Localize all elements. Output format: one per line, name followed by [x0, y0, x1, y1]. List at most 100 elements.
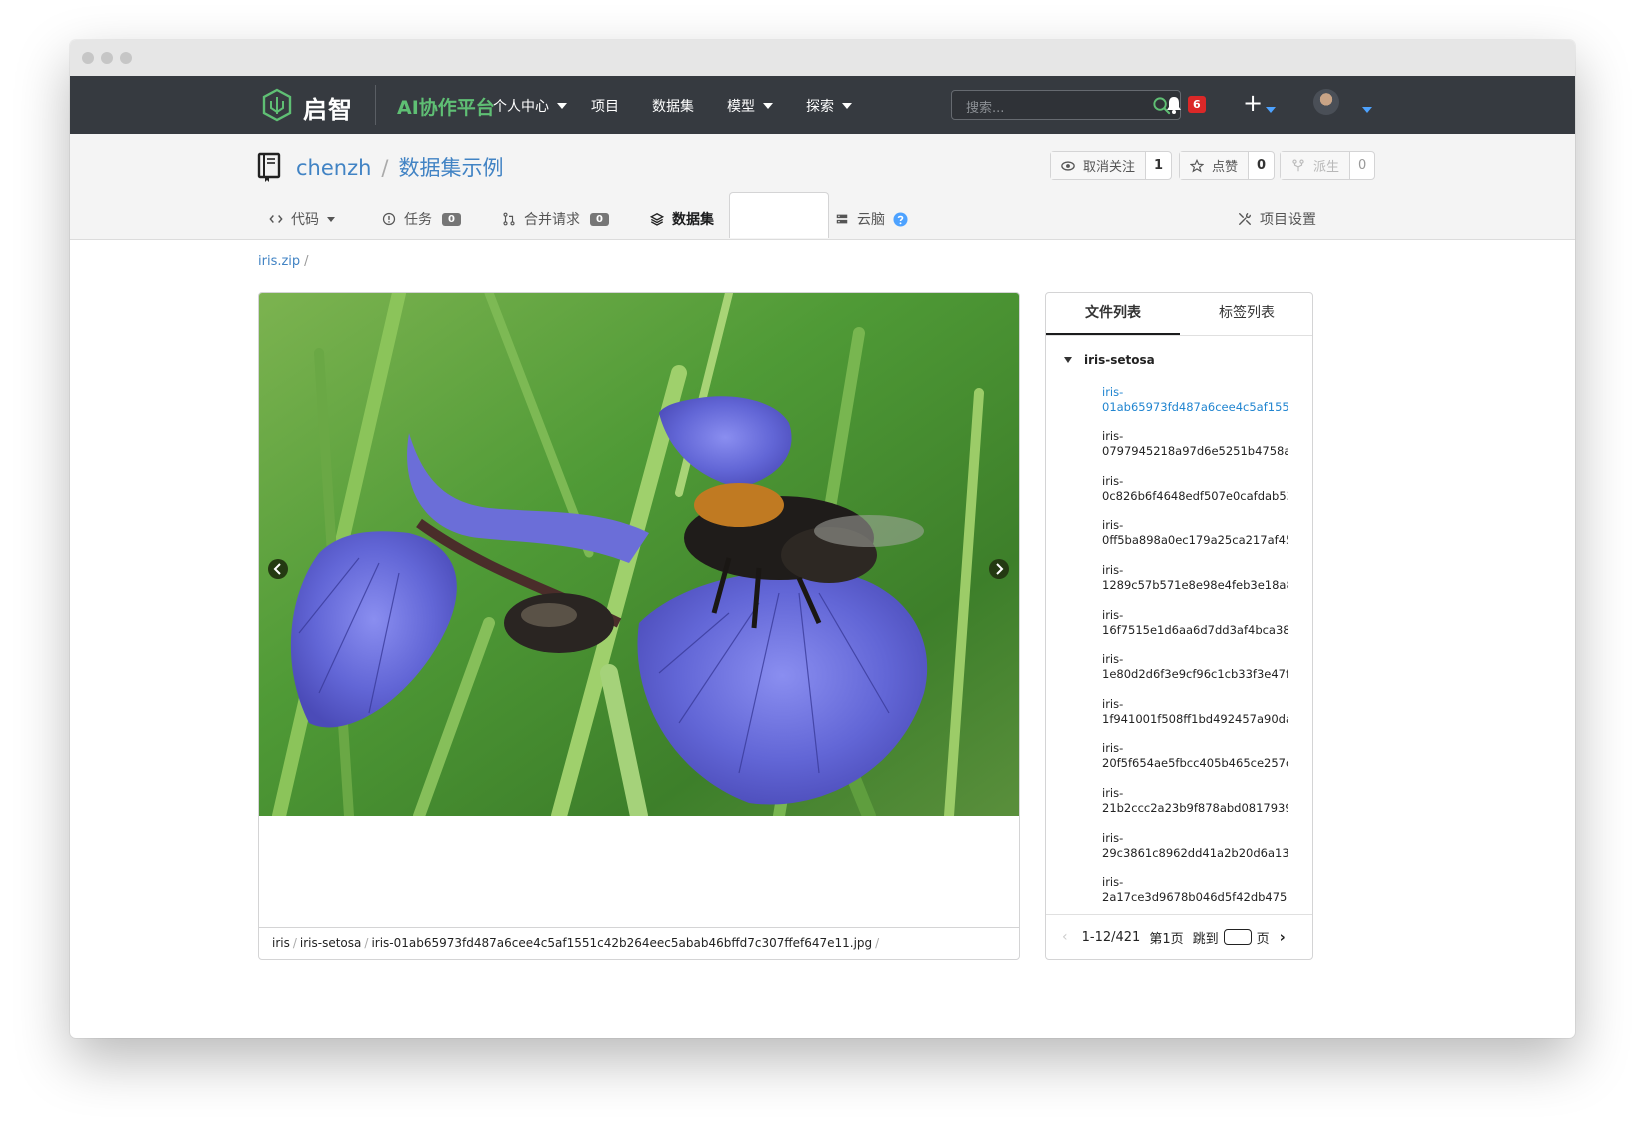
- page-range: 1-12/421: [1081, 929, 1141, 945]
- file-item-prefix: iris-: [1102, 518, 1124, 532]
- logo-text[interactable]: 启智: [303, 90, 353, 125]
- next-image-button[interactable]: [989, 559, 1009, 579]
- platform-name[interactable]: AI协作平台: [397, 93, 495, 120]
- file-item-prefix: iris-: [1102, 875, 1124, 889]
- chevron-down-icon: [763, 103, 773, 109]
- fork-label: 派生: [1313, 160, 1340, 175]
- window-zoom-dot[interactable]: [120, 52, 132, 64]
- fork-label-wrap[interactable]: 派生: [1281, 152, 1351, 179]
- file-item[interactable]: iris- 0797945218a97d6e5251b4758a...: [1102, 429, 1288, 459]
- unwatch-button[interactable]: 取消关注 1: [1050, 151, 1173, 180]
- file-item[interactable]: iris- 1e80d2d6f3e9cf96c1cb33f3e47f...: [1102, 652, 1288, 682]
- notification-count-badge[interactable]: 6: [1188, 96, 1206, 113]
- file-item-prefix: iris-: [1102, 697, 1124, 711]
- nav-models[interactable]: 模型: [727, 96, 773, 116]
- image-path-breadcrumb: iris / iris-setosa / iris-01ab65973fd487a6ce…: [259, 927, 1019, 959]
- nav-projects[interactable]: 项目: [591, 96, 619, 116]
- tab-repo-settings-label: 项目设置: [1260, 212, 1316, 228]
- nav-personal-center[interactable]: 个人中心: [493, 96, 567, 116]
- sidebar-divider: [1046, 335, 1312, 336]
- nav-explore[interactable]: 探索: [806, 96, 852, 116]
- tab-issues[interactable]: 任务 0: [382, 209, 461, 229]
- search-input[interactable]: 搜索...: [951, 90, 1181, 120]
- file-item[interactable]: iris- 01ab65973fd487a6cee4c5af155...: [1102, 385, 1288, 415]
- file-item[interactable]: iris- 16f7515e1d6aa6d7dd3af4bca38...: [1102, 608, 1288, 638]
- chevron-down-icon: [842, 103, 852, 109]
- folder-iris-setosa[interactable]: iris-setosa: [1064, 353, 1155, 367]
- user-dropdown[interactable]: [1354, 100, 1372, 119]
- file-item-prefix: iris-: [1102, 385, 1124, 399]
- nav-personal-center-label: 个人中心: [493, 99, 549, 115]
- jump-page-input[interactable]: [1223, 929, 1252, 945]
- next-page-button[interactable]: ›: [1280, 928, 1286, 946]
- create-dropdown[interactable]: [1258, 100, 1276, 119]
- file-item-prefix: iris-: [1102, 563, 1124, 577]
- file-item[interactable]: iris- 20f5f654ae5fbcc405b465ce257c...: [1102, 741, 1288, 771]
- chevron-down-icon: [327, 216, 335, 222]
- tab-pull-requests[interactable]: 合并请求 0: [502, 209, 609, 229]
- star-button[interactable]: 点赞 0: [1179, 151, 1276, 180]
- star-count[interactable]: 0: [1249, 158, 1274, 173]
- bell-icon[interactable]: [1165, 95, 1183, 115]
- tab-pull-requests-label: 合并请求: [524, 212, 580, 228]
- repo-name-link[interactable]: 数据集示例: [399, 156, 504, 180]
- path-segment[interactable]: iris: [272, 936, 290, 950]
- tab-datasets[interactable]: 数据集: [650, 209, 714, 229]
- file-item[interactable]: iris- 0ff5ba898a0ec179a25ca217af45...: [1102, 518, 1288, 548]
- window-close-dot[interactable]: [82, 52, 94, 64]
- fork-count[interactable]: 0: [1350, 158, 1374, 173]
- chevron-right-icon: [996, 563, 1004, 575]
- file-item-prefix: iris-: [1102, 786, 1124, 800]
- path-segment[interactable]: iris-setosa: [300, 936, 361, 950]
- file-item[interactable]: iris- 21b2ccc2a23b9f878abd0817939...: [1102, 786, 1288, 816]
- tab-code[interactable]: 代码: [269, 209, 335, 229]
- star-label-wrap[interactable]: 点赞: [1180, 152, 1250, 179]
- repo-owner-link[interactable]: chenzh: [296, 156, 371, 180]
- caret-down-icon: [1064, 357, 1072, 363]
- prev-page-button[interactable]: ‹: [1062, 929, 1068, 945]
- page-unit: 页: [1256, 931, 1270, 947]
- logo-icon[interactable]: [260, 88, 294, 122]
- pulls-count-badge: 0: [590, 212, 609, 226]
- window-minimize-dot[interactable]: [101, 52, 113, 64]
- path-separator: /: [364, 936, 369, 950]
- file-item[interactable]: iris- 2a17ce3d9678b046d5f42db4758...: [1102, 875, 1288, 905]
- dataset-image: [259, 293, 1019, 816]
- prev-image-button[interactable]: [268, 559, 288, 579]
- eye-icon: [1061, 160, 1075, 171]
- avatar[interactable]: [1313, 89, 1339, 115]
- file-item-prefix: iris-: [1102, 652, 1124, 666]
- chevron-left-icon: [273, 563, 281, 575]
- path-separator: /: [875, 936, 880, 950]
- file-item-prefix: iris-: [1102, 608, 1124, 622]
- chevron-down-icon: [1266, 107, 1276, 113]
- fork-button[interactable]: 派生 0: [1280, 151, 1376, 180]
- breadcrumb: iris.zip /: [258, 254, 309, 269]
- issues-count-badge: 0: [442, 212, 461, 226]
- file-item[interactable]: iris- 0c826b6f4648edf507e0cafdab53...: [1102, 474, 1288, 504]
- help-icon[interactable]: [893, 211, 908, 227]
- file-item-prefix: iris-: [1102, 474, 1124, 488]
- nav-models-label: 模型: [727, 99, 755, 115]
- tab-repo-settings[interactable]: 项目设置: [1238, 209, 1316, 229]
- file-item[interactable]: iris- 29c3861c8962dd41a2b20d6a132...: [1102, 831, 1288, 861]
- unwatch-label-wrap[interactable]: 取消关注: [1051, 152, 1147, 179]
- window-titlebar: [70, 40, 1575, 76]
- layers-icon: [650, 213, 664, 226]
- pull-request-icon: [503, 212, 515, 226]
- tab-cloudbrain[interactable]: 云脑: [835, 209, 908, 229]
- nav-explore-label: 探索: [806, 99, 834, 115]
- active-tab-highlight: [729, 192, 829, 238]
- file-item[interactable]: iris- 1f941001f508ff1bd492457a90da...: [1102, 697, 1288, 727]
- star-icon: [1190, 158, 1204, 172]
- star-label: 点赞: [1212, 160, 1239, 175]
- watch-count[interactable]: 1: [1146, 158, 1171, 173]
- breadcrumb-zip-link[interactable]: iris.zip: [258, 254, 300, 269]
- file-item[interactable]: iris- 1289c57b571e8e98e4feb3e18a8...: [1102, 563, 1288, 593]
- search-placeholder: 搜索...: [966, 101, 1005, 116]
- file-item-hash: 21b2ccc2a23b9f878abd0817939...: [1102, 801, 1288, 815]
- nav-datasets[interactable]: 数据集: [652, 96, 694, 116]
- tab-file-list[interactable]: 文件列表: [1046, 293, 1180, 335]
- fork-icon: [1292, 158, 1304, 171]
- tab-label-list[interactable]: 标签列表: [1180, 293, 1312, 335]
